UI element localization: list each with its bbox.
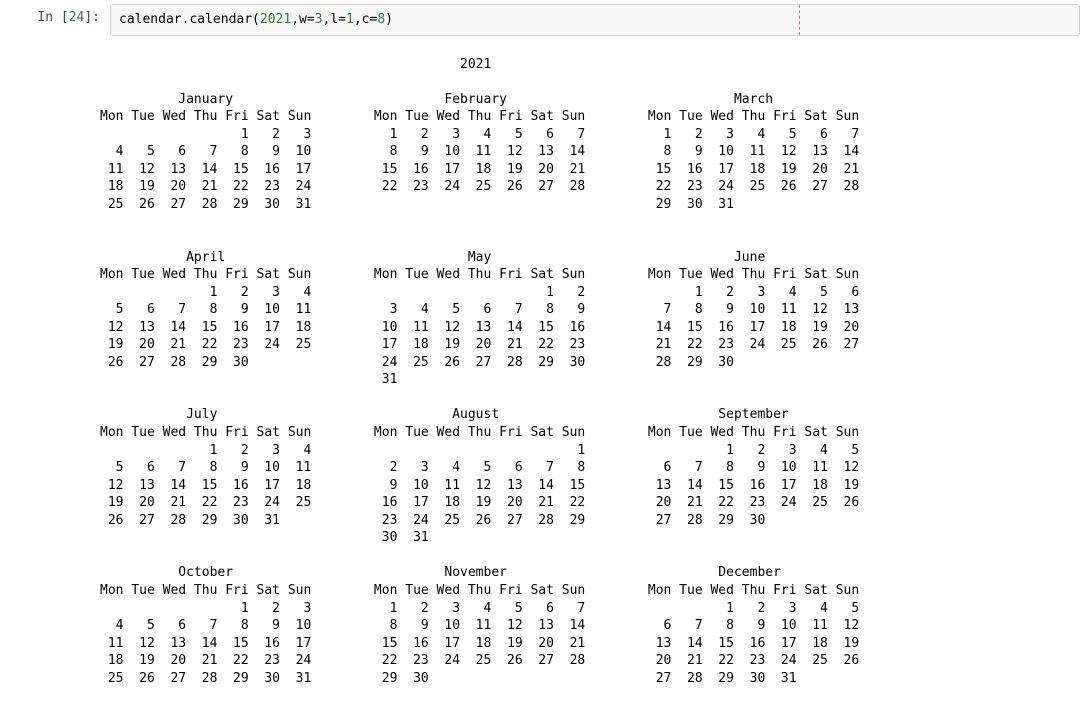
input-prompt: In [24]: bbox=[0, 4, 110, 36]
code-line: calendar.calendar(2021,w=3,l=1,c=8) bbox=[119, 12, 393, 27]
code-token: 1 bbox=[346, 12, 354, 27]
prompt-prefix: In [ bbox=[37, 10, 68, 25]
code-cell: In [24]: calendar.calendar(2021,w=3,l=1,… bbox=[0, 0, 1080, 37]
code-token: ,c= bbox=[354, 12, 377, 27]
calendar-output: 2021 January February March Mon Tue Wed … bbox=[0, 50, 1080, 705]
ruler-line bbox=[799, 5, 800, 35]
code-token: 2021 bbox=[260, 12, 291, 27]
code-token: calendar.calendar( bbox=[119, 12, 260, 27]
prompt-suffix: ]: bbox=[84, 10, 100, 25]
code-token: ,w= bbox=[291, 12, 314, 27]
prompt-number: 24 bbox=[69, 10, 85, 25]
code-input[interactable]: calendar.calendar(2021,w=3,l=1,c=8) bbox=[110, 4, 1080, 36]
code-token: 3 bbox=[315, 12, 323, 27]
code-token: ,l= bbox=[323, 12, 346, 27]
code-token: ) bbox=[385, 12, 393, 27]
code-token: 8 bbox=[377, 12, 385, 27]
